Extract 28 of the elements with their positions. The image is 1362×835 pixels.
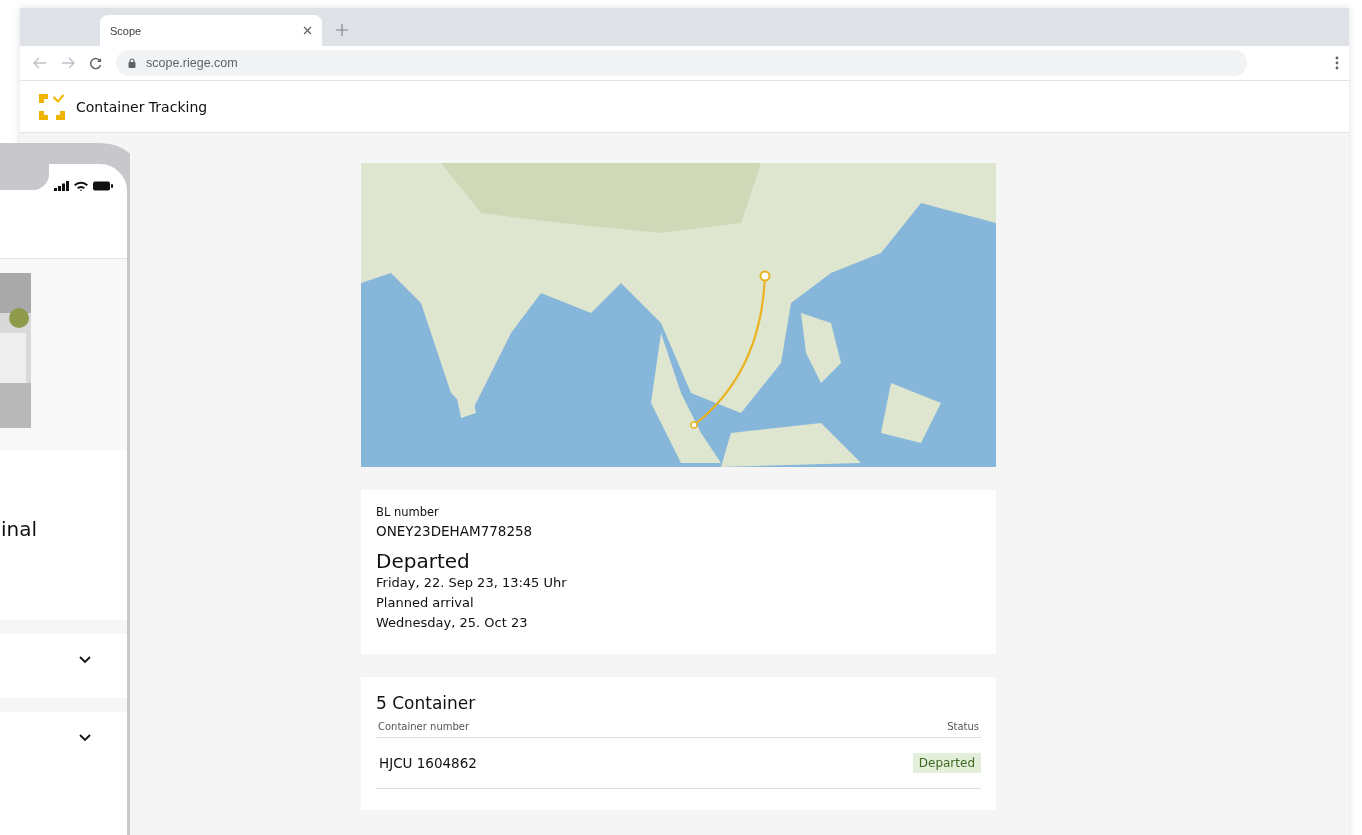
close-icon[interactable] — [303, 26, 312, 35]
bl-number: ONEY23DEHAM778258 — [376, 523, 533, 539]
lock-icon — [128, 58, 136, 68]
new-tab-icon[interactable] — [336, 24, 348, 36]
app-title: Container Tracking — [76, 98, 208, 115]
departure-date: Friday, 22. Sep 23, 13:45 Uhr — [376, 574, 567, 592]
status-badge: Departed — [912, 753, 981, 773]
phone-heading: inal — [1, 517, 38, 541]
container-count: 5 Container — [376, 693, 477, 713]
battery-icon — [93, 181, 113, 191]
back-icon[interactable] — [33, 57, 47, 69]
browser-tab[interactable]: Scope — [100, 15, 322, 46]
container-number: HJCU 1604862 — [379, 755, 477, 771]
menu-icon[interactable] — [1335, 56, 1339, 70]
logo-icon — [39, 93, 65, 120]
column-header: Container number — [378, 721, 470, 732]
column-header: Status — [947, 721, 979, 732]
bl-label: BL number — [376, 505, 439, 519]
reload-icon[interactable] — [89, 56, 102, 70]
wifi-icon — [74, 181, 88, 191]
arrival-date: Wednesday, 25. Oct 23 — [376, 614, 528, 632]
forward-icon[interactable] — [61, 57, 75, 69]
signal-icon — [54, 181, 69, 191]
address-field[interactable]: scope.riege.com — [116, 50, 1247, 76]
arrival-label: Planned arrival — [376, 594, 474, 612]
shipment-status: Departed — [376, 549, 470, 573]
chevron-icon — [79, 734, 91, 742]
chevron-icon — [79, 656, 91, 664]
